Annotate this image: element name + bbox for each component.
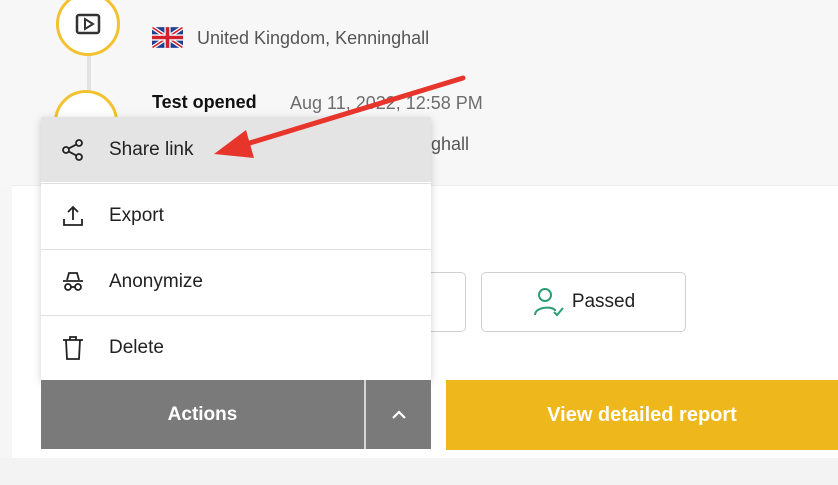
menu-item-export[interactable]: Export: [41, 183, 431, 248]
menu-item-label: Anonymize: [109, 271, 203, 292]
actions-menu-toggle[interactable]: [366, 380, 431, 449]
event2-time: Aug 11, 2022, 12:58 PM: [290, 93, 483, 113]
menu-item-delete[interactable]: Delete: [41, 315, 431, 380]
actions-bar: Actions: [41, 380, 431, 449]
menu-item-share-link[interactable]: Share link: [41, 117, 431, 182]
view-detailed-report-button[interactable]: View detailed report: [446, 380, 838, 450]
play-video-icon: [75, 13, 101, 35]
timeline-video-node: [56, 0, 120, 56]
actions-button[interactable]: Actions: [41, 380, 364, 449]
trash-icon: [41, 335, 105, 361]
page-bottom: [0, 458, 838, 485]
status-button-partial[interactable]: [431, 272, 466, 332]
passed-user-icon: [533, 288, 564, 317]
event2-title: Test opened: [152, 92, 257, 112]
menu-item-label: Export: [109, 205, 164, 226]
chevron-up-icon: [391, 409, 406, 419]
event1-location: United Kingdom, Kenninghall: [197, 28, 430, 48]
incognito-icon: [41, 270, 105, 294]
share-icon: [41, 138, 105, 161]
actions-menu: Share link Export Anonymize Delete: [41, 117, 431, 380]
event2-location-partial: ghall: [431, 134, 470, 154]
menu-item-label: Delete: [109, 337, 164, 358]
passed-label: Passed: [571, 291, 636, 312]
menu-item-label: Share link: [109, 138, 194, 160]
timeline-connector: [87, 56, 91, 92]
passed-status-button[interactable]: Passed: [481, 272, 686, 332]
menu-item-anonymize[interactable]: Anonymize: [41, 249, 431, 314]
uk-flag-icon: [152, 27, 183, 48]
export-icon: [41, 204, 105, 228]
